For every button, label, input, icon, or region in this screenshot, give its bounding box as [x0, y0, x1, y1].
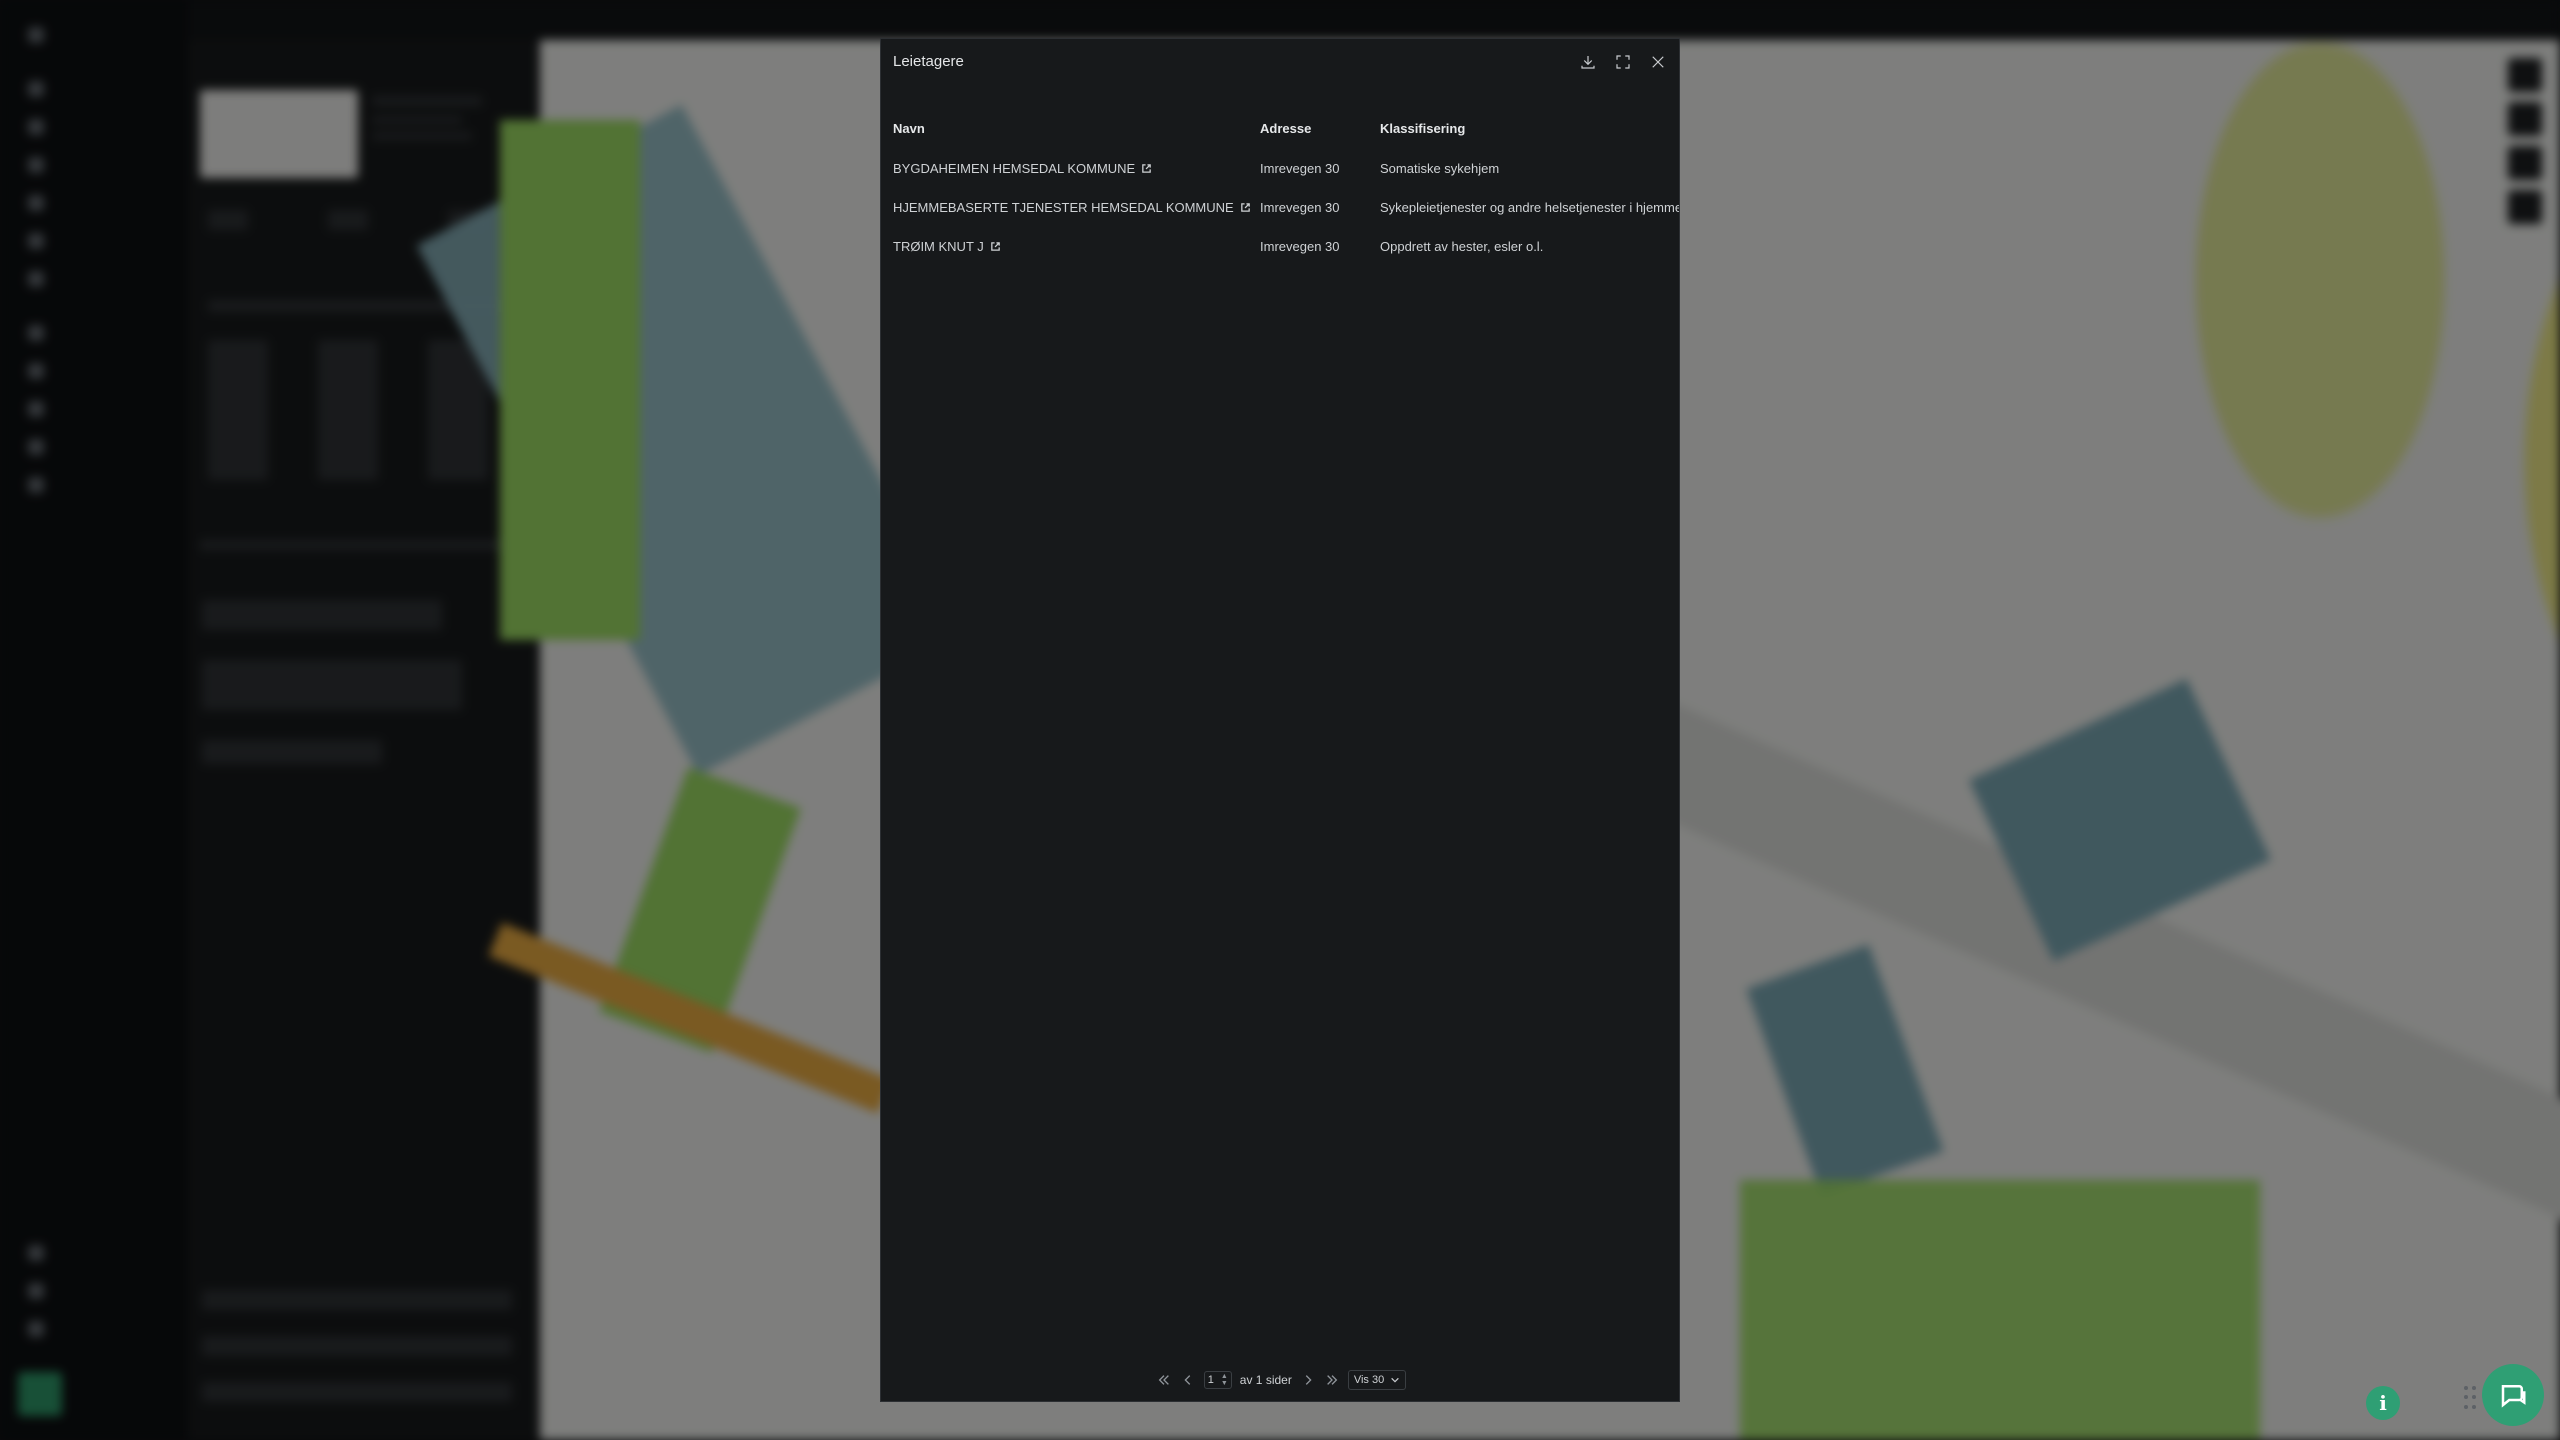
column-header-address[interactable]: Adresse	[1260, 121, 1311, 136]
chat-button[interactable]	[2482, 1364, 2544, 1426]
page-count-label: av 1 sider	[1239, 1373, 1292, 1387]
close-button[interactable]	[1645, 49, 1671, 75]
last-page-button[interactable]	[1324, 1372, 1340, 1388]
chevron-right-icon	[1305, 1375, 1312, 1385]
next-page-button[interactable]	[1300, 1372, 1316, 1388]
table-header: Navn Adresse Klassifisering	[881, 121, 1679, 149]
tenant-name-link[interactable]: HJEMMEBASERTE TJENESTER HEMSEDAL KOMMUNE	[893, 200, 1251, 215]
download-icon	[1581, 56, 1595, 69]
chat-icon	[2501, 1385, 2526, 1408]
chevron-left-icon	[1184, 1375, 1191, 1385]
page-size-value[interactable]: Vis 30	[1354, 1374, 1384, 1386]
drag-handle-icon[interactable]	[2464, 1386, 2480, 1410]
tenant-address: Imrevegen 30	[1260, 200, 1340, 215]
tenant-name-link[interactable]: TRØIM KNUT J	[893, 239, 1001, 254]
tenant-name[interactable]: HJEMMEBASERTE TJENESTER HEMSEDAL KOMMUNE	[893, 200, 1234, 215]
info-icon[interactable]: i	[2366, 1386, 2400, 1420]
table-row[interactable]: TRØIM KNUT J Imrevegen 30 Oppdrett av he…	[881, 239, 1679, 263]
tenant-name-link[interactable]: BYGDAHEIMEN HEMSEDAL KOMMUNE	[893, 161, 1152, 176]
fullscreen-button[interactable]	[1610, 49, 1636, 75]
page-size-select[interactable]: Vis 30	[1347, 1370, 1407, 1390]
info-glyph: i	[2379, 1391, 2387, 1415]
table-row[interactable]: HJEMMEBASERTE TJENESTER HEMSEDAL KOMMUNE…	[881, 200, 1680, 224]
column-header-name[interactable]: Navn	[893, 121, 925, 136]
tenant-classification: Sykepleietjenester og andre helsetjenest…	[1380, 200, 1680, 215]
tenants-dialog: Leietagere Navn Adresse Klassifisering B…	[880, 38, 1680, 1402]
external-link-icon[interactable]	[990, 240, 1001, 251]
tenant-classification: Oppdrett av hester, esler o.l.	[1380, 239, 1544, 254]
page-number[interactable]: 1	[1208, 1374, 1214, 1386]
dialog-title: Leietagere	[893, 53, 964, 70]
tenant-address: Imrevegen 30	[1260, 161, 1340, 176]
double-chevron-left-icon	[1158, 1375, 1169, 1385]
chevron-down-icon	[1391, 1377, 1399, 1383]
double-chevron-right-icon	[1326, 1375, 1338, 1385]
download-button[interactable]	[1575, 49, 1601, 75]
previous-page-button[interactable]	[1180, 1372, 1196, 1388]
table-row[interactable]: BYGDAHEIMEN HEMSEDAL KOMMUNE Imrevegen 3…	[881, 161, 1679, 185]
tenant-address: Imrevegen 30	[1260, 239, 1340, 254]
close-icon	[1652, 56, 1664, 68]
external-link-icon[interactable]	[1240, 201, 1251, 212]
stepper-arrows-icon[interactable]: ▲ ▼	[1221, 1373, 1228, 1387]
tenant-name[interactable]: TRØIM KNUT J	[893, 239, 984, 254]
tenant-classification: Somatiske sykehjem	[1380, 161, 1500, 176]
fullscreen-icon	[1616, 55, 1630, 69]
first-page-button[interactable]	[1156, 1372, 1172, 1388]
column-header-classification[interactable]: Klassifisering	[1380, 121, 1465, 136]
pagination: 1 ▲ ▼ av 1 sider Vis 30	[881, 1369, 1679, 1391]
tenant-name[interactable]: BYGDAHEIMEN HEMSEDAL KOMMUNE	[893, 161, 1135, 176]
external-link-icon[interactable]	[1141, 162, 1152, 173]
page-number-stepper[interactable]: 1 ▲ ▼	[1203, 1371, 1232, 1389]
